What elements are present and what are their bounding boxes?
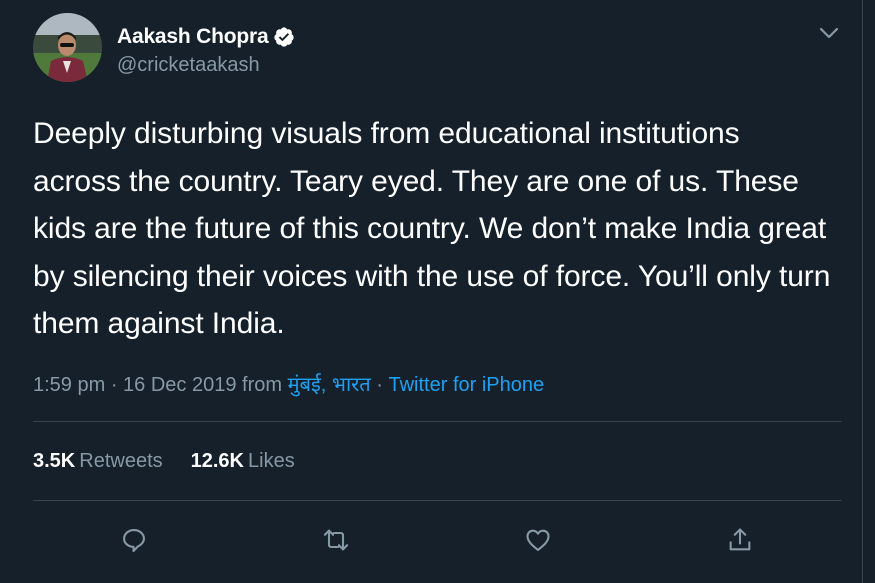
reply-button[interactable] (118, 524, 150, 556)
retweets-stat[interactable]: 3.5K Retweets (33, 450, 163, 473)
author-display-name[interactable]: Aakash Chopra (117, 25, 269, 49)
share-icon (729, 528, 751, 551)
tweet-text: Deeply disturbing visuals from education… (33, 117, 831, 340)
tweet-timestamp[interactable]: 1:59 pm · 16 Dec 2019 from (33, 374, 288, 396)
author-handle[interactable]: @cricketaakash (117, 54, 260, 77)
avatar-photo (33, 13, 102, 82)
verified-badge-icon (273, 26, 295, 48)
heart-icon (526, 529, 550, 551)
likes-stat[interactable]: 12.6K Likes (191, 450, 295, 473)
retweets-label: Retweets (79, 450, 163, 472)
retweet-icon (323, 529, 349, 551)
retweets-count: 3.5K (33, 450, 76, 472)
tweet-source-link[interactable]: Twitter for iPhone (389, 374, 545, 396)
divider (33, 500, 842, 501)
likes-label: Likes (248, 450, 295, 472)
tweet-stats: 3.5K Retweets 12.6K Likes (33, 450, 295, 473)
likes-count: 12.6K (190, 450, 244, 472)
retweet-button[interactable] (320, 524, 352, 556)
chevron-down-icon[interactable] (818, 24, 840, 42)
tweet-meta: 1:59 pm · 16 Dec 2019 from मुंबई, भारत ·… (33, 370, 544, 397)
meta-separator: · (370, 374, 389, 396)
reply-icon (123, 529, 145, 553)
tweet-location-link[interactable]: मुंबई, भारत (288, 374, 371, 396)
author-name-row[interactable]: Aakash Chopra (117, 23, 295, 51)
divider (33, 421, 842, 422)
tweet-card: Aakash Chopra @cricketaakash Deeply dist… (0, 0, 863, 583)
like-button[interactable] (522, 524, 554, 556)
share-button[interactable] (724, 524, 756, 556)
avatar[interactable] (33, 13, 102, 82)
